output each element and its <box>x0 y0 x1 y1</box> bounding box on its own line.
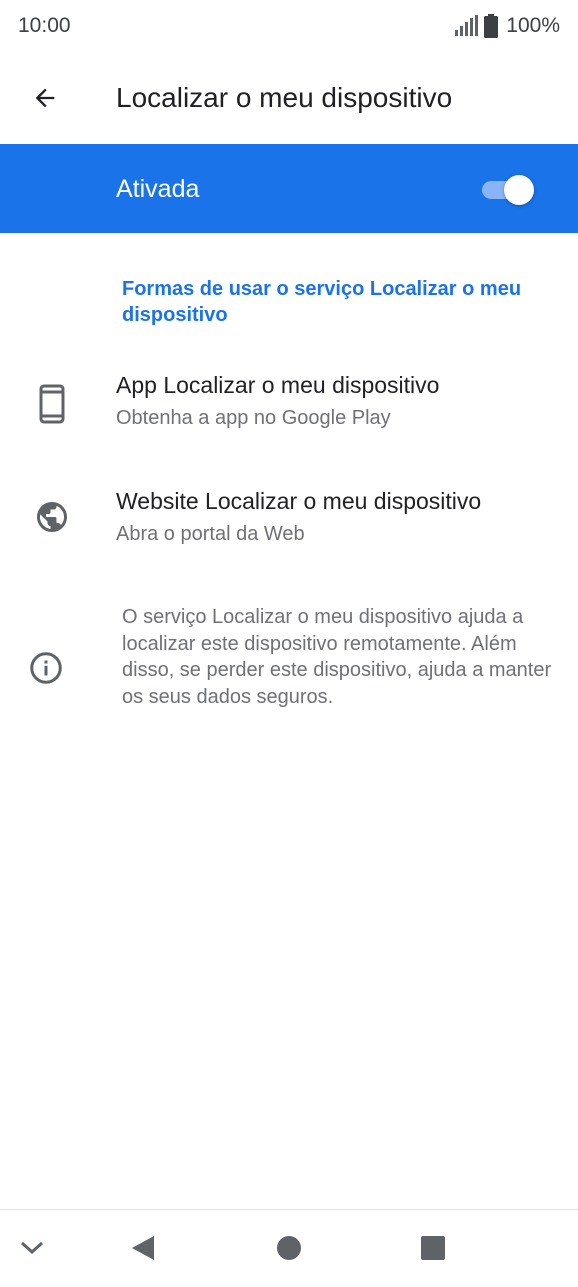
master-switch-label: Ativada <box>116 175 200 203</box>
section-header: Formas de usar o serviço Localizar o meu… <box>122 278 522 326</box>
back-button[interactable] <box>18 76 72 124</box>
page-title: Localizar o meu dispositivo <box>116 82 453 113</box>
master-toggle-switch[interactable] <box>480 174 536 205</box>
list-item-subtitle: Obtenha a app no Google Play <box>116 407 391 429</box>
nav-back-icon <box>130 1234 156 1267</box>
status-time: 10:00 <box>18 14 71 37</box>
master-switch-bar[interactable]: Ativada <box>0 144 578 233</box>
status-bar: 10:00 100% <box>0 0 578 56</box>
nav-chevron-button[interactable] <box>10 1228 54 1272</box>
toolbar: Localizar o meu dispositivo <box>0 56 578 144</box>
nav-recents-icon <box>420 1235 446 1266</box>
navigation-bar <box>0 1209 578 1287</box>
list-item-title: Website Localizar o meu dispositivo <box>116 488 482 514</box>
list-item-subtitle: Abra o portal da Web <box>116 523 305 545</box>
signal-icon <box>454 15 479 37</box>
nav-recents-button[interactable] <box>411 1228 455 1272</box>
battery-icon <box>484 14 499 38</box>
footer-info-text: O serviço Localizar o meu dispositivo aj… <box>122 606 552 708</box>
list-item-title: App Localizar o meu dispositivo <box>116 372 440 398</box>
arrow-back-icon <box>31 84 59 117</box>
chevron-down-icon <box>19 1240 45 1261</box>
nav-home-icon <box>276 1235 302 1266</box>
info-icon <box>26 648 66 688</box>
list-item-website[interactable]: Website Localizar o meu dispositivo Abra… <box>0 470 578 570</box>
nav-home-button[interactable] <box>267 1228 311 1272</box>
battery-percentage: 100% <box>506 14 560 37</box>
status-icons: 100% <box>454 14 560 38</box>
toggle-thumb <box>504 175 534 205</box>
globe-icon <box>30 495 74 539</box>
list-item-app[interactable]: App Localizar o meu dispositivo Obtenha … <box>0 352 578 452</box>
nav-back-button[interactable] <box>121 1228 165 1272</box>
phone-icon <box>30 382 74 426</box>
